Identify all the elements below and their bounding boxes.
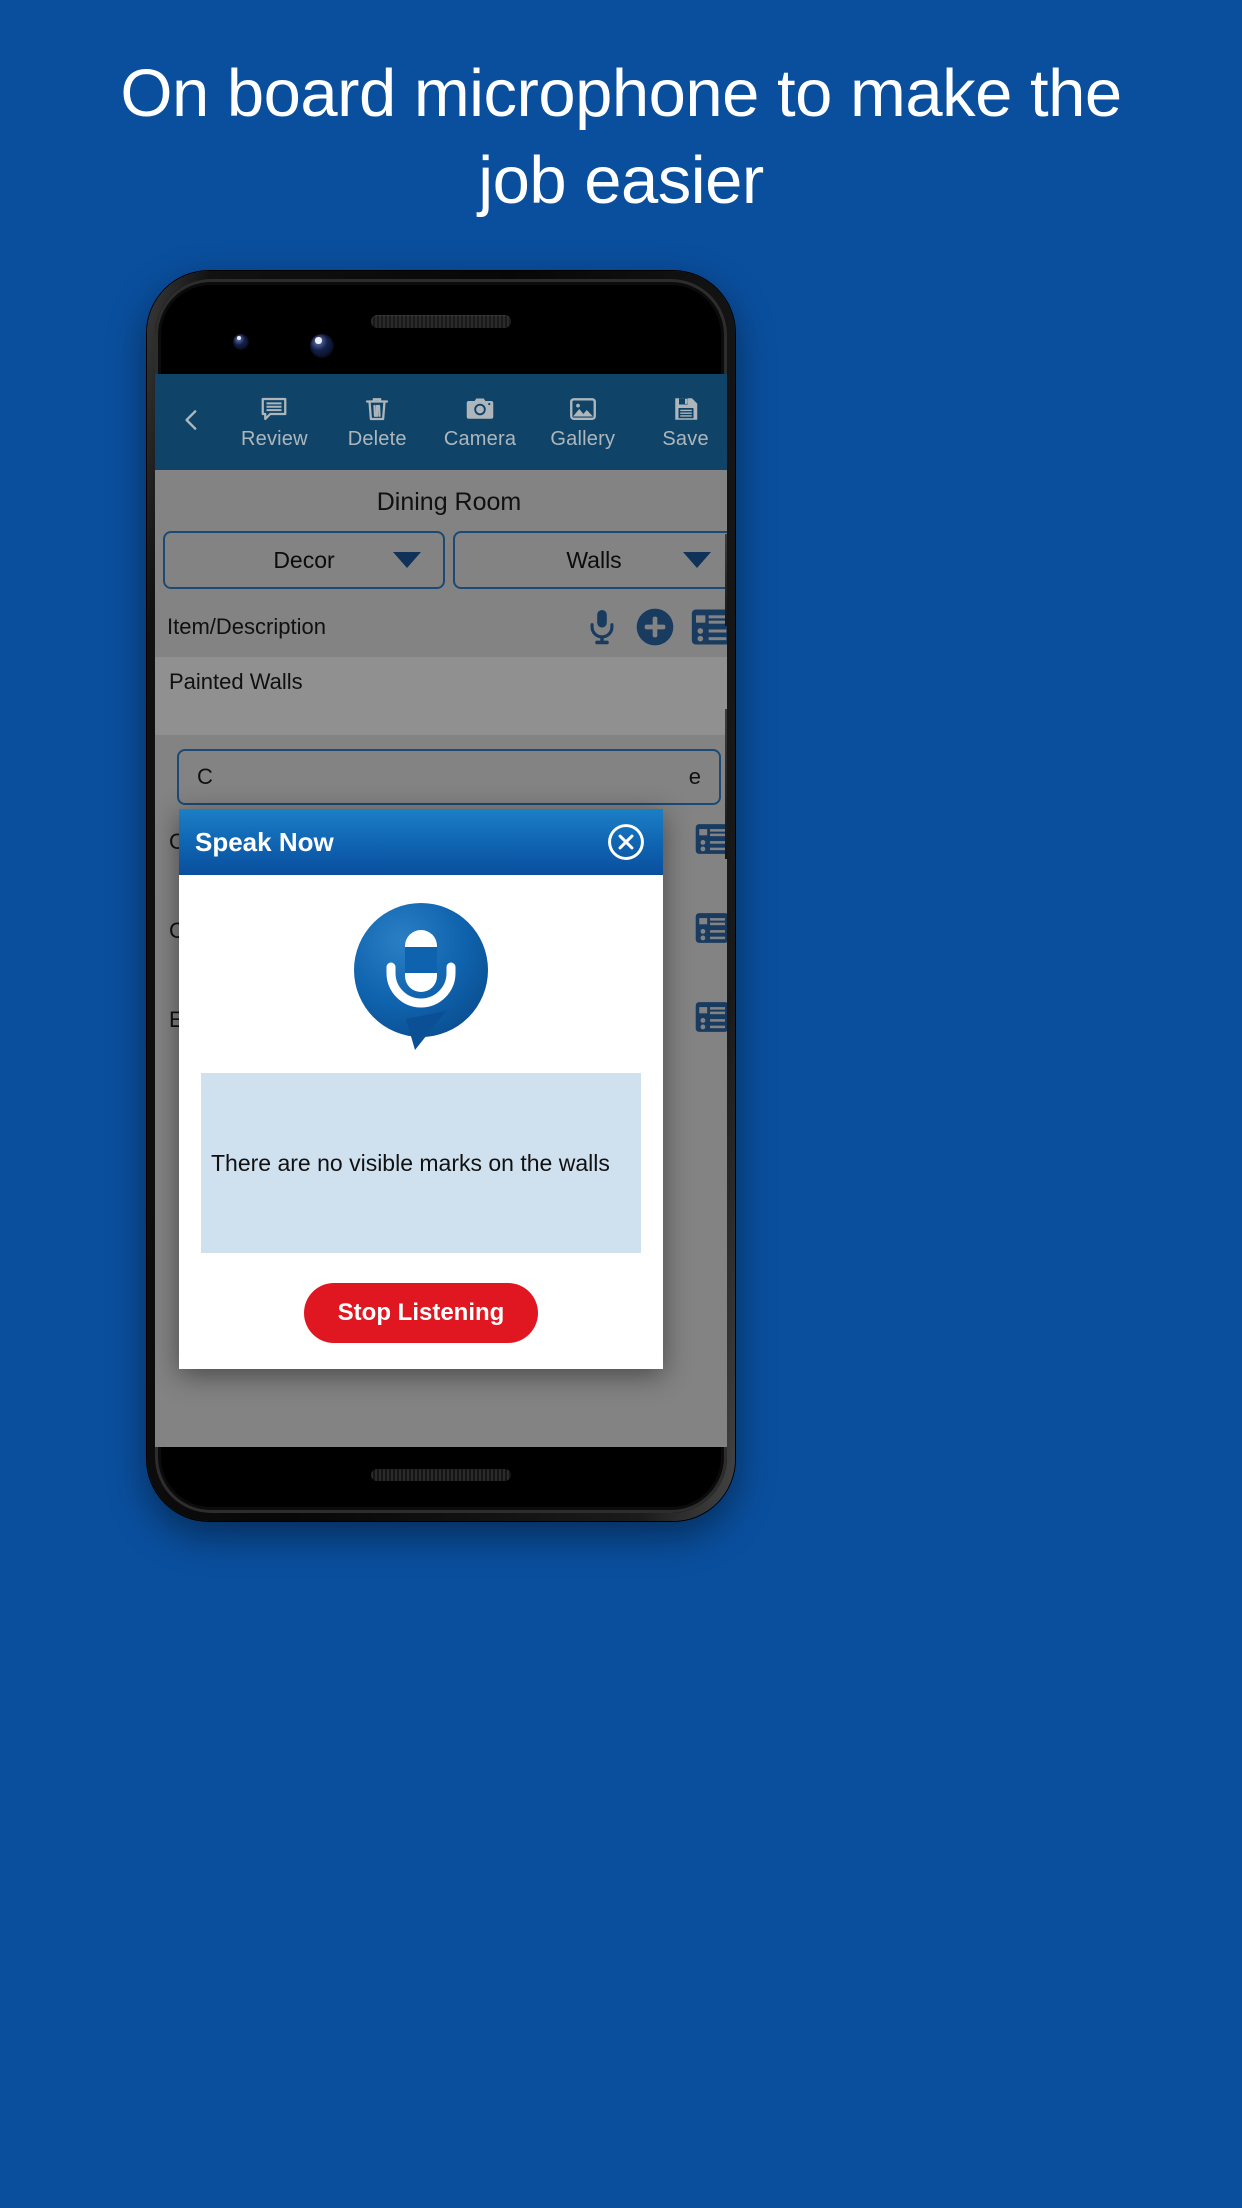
- earpiece-speaker-icon: [371, 315, 511, 328]
- close-circle-icon[interactable]: [605, 821, 647, 863]
- dialog-actions: Stop Listening: [201, 1283, 641, 1343]
- phone-screen-bezel: Review Delete Camera Gallery Save Dining…: [155, 279, 727, 1513]
- front-camera-icon: [310, 334, 334, 358]
- stop-listening-button[interactable]: Stop Listening: [303, 1283, 539, 1343]
- speak-now-dialog: Speak Now There are no visible marks on …: [179, 809, 663, 1369]
- dialog-header: Speak Now: [179, 809, 663, 875]
- power-button[interactable]: [725, 534, 727, 626]
- volume-button[interactable]: [725, 709, 727, 859]
- transcript-box: There are no visible marks on the walls: [201, 1073, 641, 1253]
- app-screen: Review Delete Camera Gallery Save Dining…: [155, 374, 727, 1447]
- microphone-speech-bubble-icon: [201, 903, 641, 1051]
- front-camera-secondary-icon: [233, 334, 249, 350]
- page-title: On board microphone to make the job easi…: [0, 60, 1242, 214]
- dialog-body: There are no visible marks on the walls …: [179, 875, 663, 1369]
- phone-mockup: Review Delete Camera Gallery Save Dining…: [147, 271, 735, 1521]
- dialog-title: Speak Now: [195, 826, 334, 857]
- transcript-text: There are no visible marks on the walls: [211, 1149, 610, 1176]
- bottom-speaker-icon: [371, 1469, 511, 1481]
- headline-line-1: On board microphone to make the: [120, 56, 1122, 131]
- headline-line-2: job easier: [478, 143, 764, 218]
